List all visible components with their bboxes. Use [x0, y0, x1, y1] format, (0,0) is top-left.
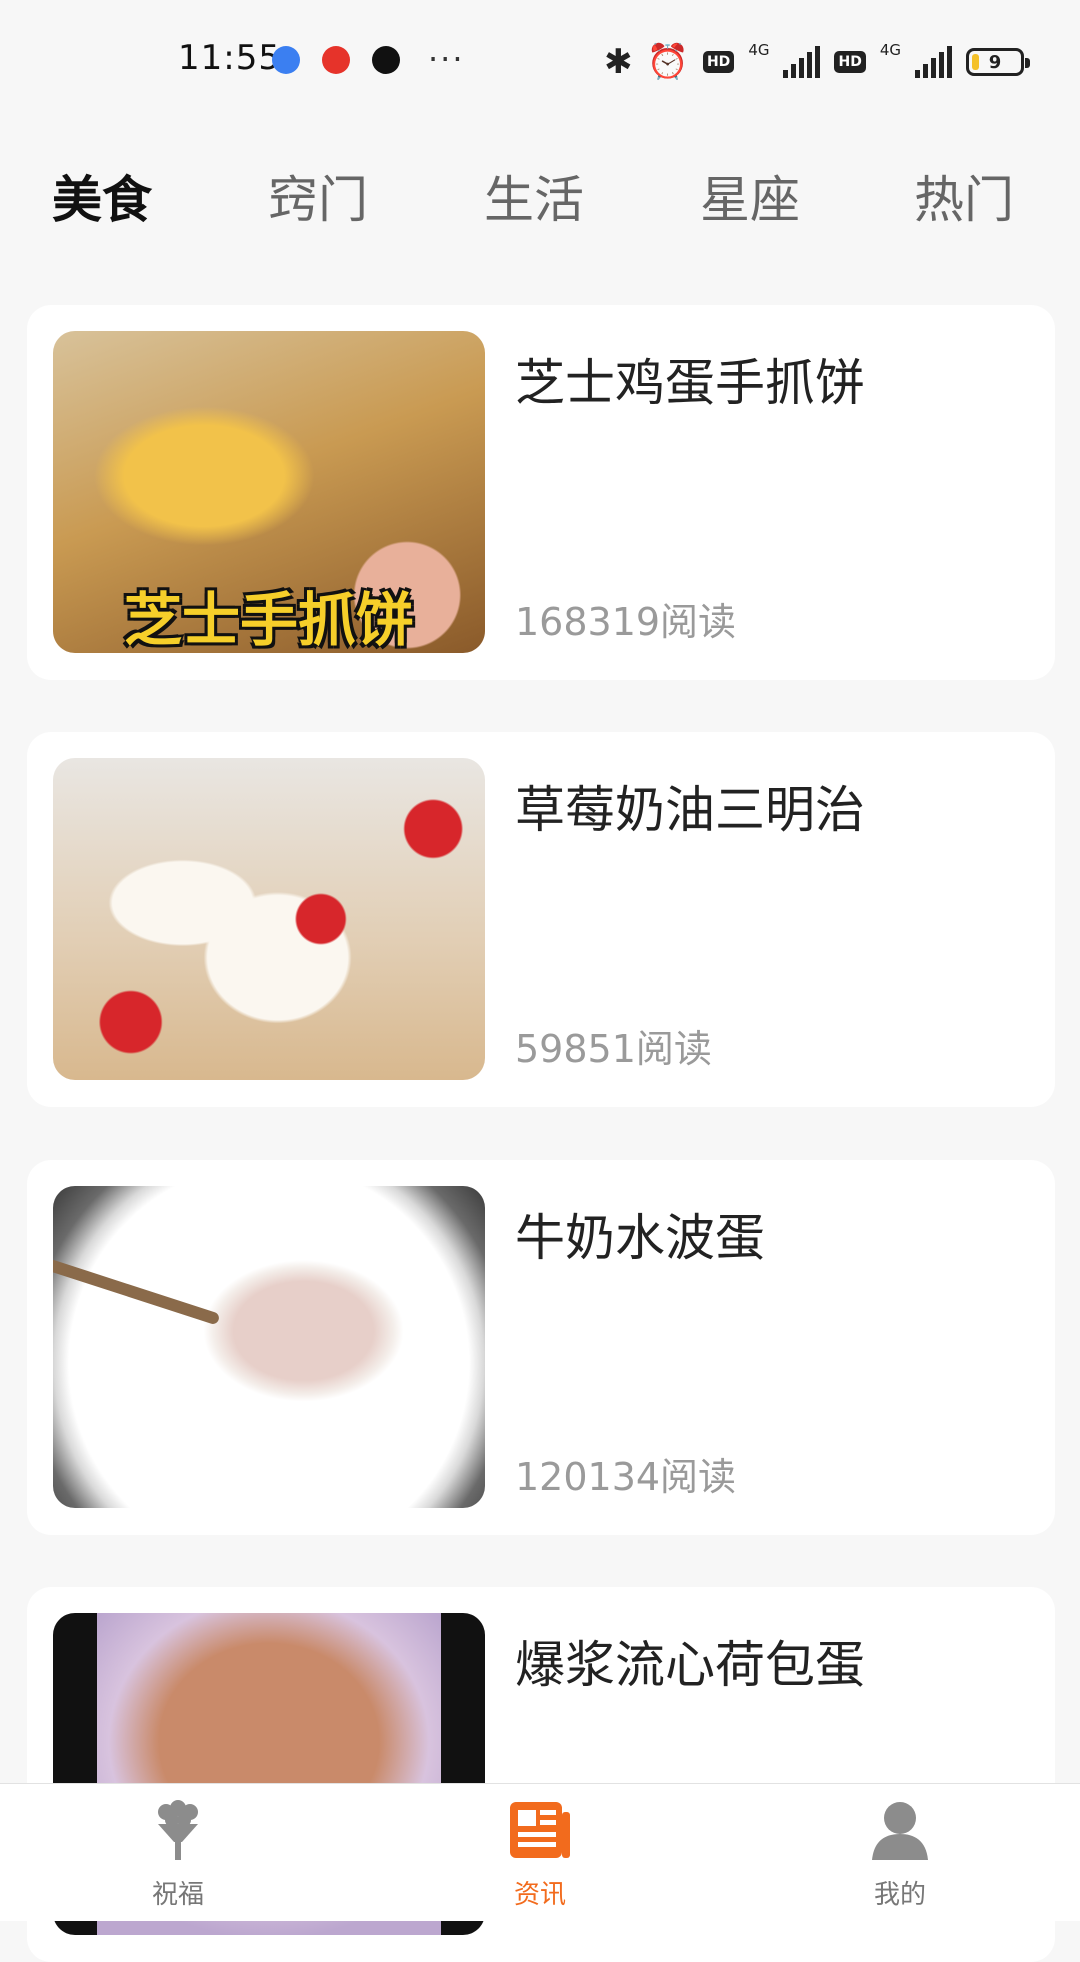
qq-icon: [372, 46, 400, 74]
article-read-count: 120134阅读: [515, 1455, 737, 1499]
network-type-1: 4G: [748, 41, 770, 59]
article-read-count: 168319阅读: [515, 600, 737, 644]
nav-blessing[interactable]: 祝福: [98, 1798, 258, 1911]
nav-label-blessing: 祝福: [151, 1880, 204, 1910]
article-card[interactable]: 草莓奶油三明治 59851阅读: [27, 732, 1055, 1107]
article-card[interactable]: 牛奶水波蛋 120134阅读: [27, 1160, 1055, 1535]
bluetooth-icon: ✱: [604, 42, 633, 82]
status-time: 11:55: [178, 38, 281, 78]
article-thumbnail: [53, 1186, 485, 1508]
nav-news[interactable]: 资讯: [460, 1798, 620, 1911]
battery-icon: 9: [966, 48, 1030, 76]
article-title: 芝士鸡蛋手抓饼: [515, 354, 865, 412]
bottom-navigation: 祝福 资讯 我的: [0, 1783, 1080, 1921]
spoon-handle: [53, 1258, 221, 1326]
tab-hot[interactable]: 热门: [914, 160, 1014, 232]
article-read-count: 59851阅读: [515, 1027, 712, 1071]
bouquet-icon: [146, 1798, 210, 1862]
hd-badge-2: HD: [834, 51, 866, 73]
article-thumbnail: [53, 758, 485, 1080]
tab-tips[interactable]: 窍门: [268, 160, 368, 232]
user-icon: [868, 1798, 932, 1862]
status-bar: 11:55 ··· ✱ ⏰ HD 4G HD 4G 9: [0, 0, 1080, 120]
signal-icon-2: [915, 46, 952, 78]
tab-life[interactable]: 生活: [484, 160, 584, 232]
article-title: 牛奶水波蛋: [515, 1209, 765, 1267]
alarm-icon: ⏰: [646, 42, 689, 82]
tab-horoscope[interactable]: 星座: [700, 160, 800, 232]
category-tabs: 美食 窍门 生活 星座 热门: [0, 150, 1080, 240]
nav-label-news: 资讯: [513, 1880, 566, 1910]
tab-food[interactable]: 美食: [52, 160, 152, 232]
article-thumbnail: 芝士手抓饼: [53, 331, 485, 653]
baidu-icon: [272, 46, 300, 74]
article-card[interactable]: 芝士手抓饼 芝士鸡蛋手抓饼 168319阅读: [27, 305, 1055, 680]
hd-badge-1: HD: [702, 51, 735, 73]
more-notifications-icon: ···: [428, 40, 465, 78]
weibo-icon: [322, 46, 350, 74]
network-type-2: 4G: [879, 41, 901, 59]
news-icon: [508, 1798, 572, 1862]
signal-icon-1: [783, 46, 821, 78]
article-title: 爆浆流心荷包蛋: [515, 1636, 865, 1694]
thumbnail-caption: 芝士手抓饼: [123, 586, 414, 653]
nav-profile[interactable]: 我的: [820, 1798, 980, 1911]
status-indicators: ✱ ⏰ HD 4G HD 4G 9: [604, 40, 1030, 84]
nav-label-profile: 我的: [873, 1880, 926, 1910]
article-title: 草莓奶油三明治: [515, 781, 865, 839]
battery-level: 9: [988, 51, 1002, 73]
